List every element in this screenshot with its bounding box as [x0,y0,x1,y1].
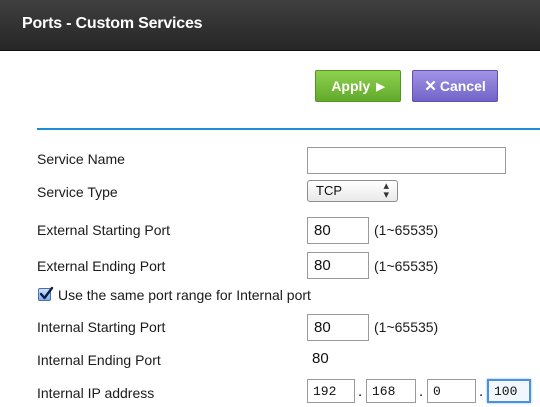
page-title: Ports - Custom Services [22,15,203,32]
ip-octet-4-input[interactable] [487,379,531,403]
cancel-label: Cancel [439,78,486,94]
external-start-hint: (1~65535) [374,222,439,238]
checkmark-icon [39,286,54,300]
ip-dot: . [419,383,424,400]
service-name-input[interactable] [307,147,506,174]
ip-octet-3-input[interactable] [427,379,476,403]
same-range-label: Use the same port range for Internal por… [58,287,311,303]
internal-ip-label: Internal IP address [37,385,155,401]
ip-octet-1-input[interactable] [307,379,355,403]
same-range-checkbox[interactable] [38,286,54,301]
ip-dot: . [479,383,484,400]
play-arrow-icon: ▶ [376,80,385,93]
ip-octet-2-input[interactable] [366,379,416,403]
ip-dot: . [358,383,363,400]
service-type-select[interactable]: TCP ▴ ▾ [307,180,398,202]
close-icon: ✕ [424,78,437,95]
external-start-input[interactable] [307,217,369,244]
apply-label: Apply [331,78,371,94]
apply-button[interactable]: Apply ▶ [315,70,401,102]
internal-start-input[interactable] [307,314,369,341]
internal-end-value: 80 [312,350,329,367]
title-bar: Ports - Custom Services [0,0,540,51]
cancel-button[interactable]: ✕ Cancel [412,70,498,102]
internal-start-hint: (1~65535) [374,319,439,335]
external-end-input[interactable] [307,252,369,279]
external-start-label: External Starting Port [37,222,171,238]
external-end-label: External Ending Port [37,258,166,274]
service-type-value: TCP [316,183,342,198]
service-type-label: Service Type [37,184,118,200]
internal-start-label: Internal Starting Port [37,319,166,335]
section-divider [37,128,540,130]
internal-end-label: Internal Ending Port [37,352,161,368]
select-arrows-icon: ▴ ▾ [383,180,389,201]
service-name-label: Service Name [37,151,125,167]
external-end-hint: (1~65535) [374,258,439,274]
